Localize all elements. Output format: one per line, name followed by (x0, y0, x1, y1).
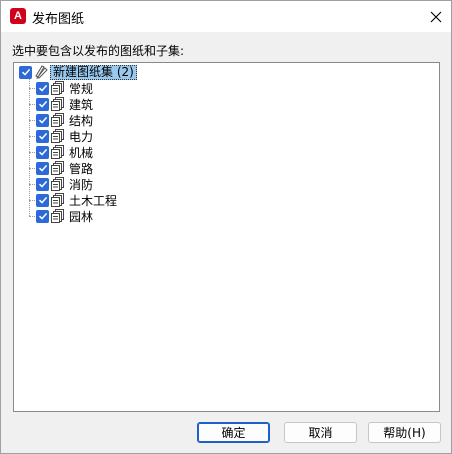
sheet-subset-icon (51, 129, 65, 143)
tree-item[interactable]: 机械 (36, 144, 93, 160)
checkmark-icon (38, 180, 47, 188)
sheet-subset-icon (51, 193, 65, 207)
item-checkbox[interactable] (36, 113, 49, 127)
instruction-label: 选中要包含以发布的图纸和子集: (12, 44, 185, 58)
item-label: 土木工程 (69, 193, 118, 208)
item-label: 管路 (69, 161, 94, 176)
item-label: 结构 (69, 113, 94, 128)
sheet-subset-icon (51, 161, 65, 175)
root-label: 新建图纸集 (2) (50, 64, 137, 80)
checkmark-icon (21, 68, 30, 76)
tree-connector (29, 79, 30, 216)
close-icon (430, 11, 441, 22)
checkmark-icon (38, 132, 47, 140)
help-button[interactable]: 帮助(H) (368, 422, 441, 443)
item-checkbox[interactable] (36, 81, 49, 95)
sheet-subset-icon (51, 177, 65, 191)
tree-item[interactable]: 土木工程 (36, 192, 117, 208)
close-button[interactable] (420, 1, 451, 32)
item-label: 建筑 (69, 97, 94, 112)
publish-sheets-dialog: A 发布图纸 选中要包含以发布的图纸和子集: 新建图纸集 (2) 常规 建筑 结… (0, 0, 452, 454)
title-bar: A 发布图纸 (1, 1, 451, 32)
sheet-subset-icon (51, 81, 65, 95)
checkmark-icon (38, 196, 47, 204)
tree-item[interactable]: 消防 (36, 176, 93, 192)
checkmark-icon (38, 148, 47, 156)
item-checkbox[interactable] (36, 177, 49, 191)
item-label: 消防 (69, 177, 94, 192)
tree-root-sheet-set[interactable]: 新建图纸集 (2) (19, 64, 137, 80)
tree-item[interactable]: 结构 (36, 112, 93, 128)
tree-item[interactable]: 管路 (36, 160, 93, 176)
checkmark-icon (38, 164, 47, 172)
checkmark-icon (38, 100, 47, 108)
sheet-subset-icon (51, 145, 65, 159)
sheet-set-icon (34, 65, 48, 79)
item-label: 电力 (69, 129, 94, 144)
sheet-subset-icon (51, 209, 65, 223)
item-label: 机械 (69, 145, 94, 160)
tree-item[interactable]: 建筑 (36, 96, 93, 112)
item-checkbox[interactable] (36, 145, 49, 159)
window-title: 发布图纸 (32, 12, 85, 27)
sheet-subset-icon (51, 113, 65, 127)
tree-item[interactable]: 常规 (36, 80, 93, 96)
tree-item[interactable]: 电力 (36, 128, 93, 144)
item-checkbox[interactable] (36, 97, 49, 111)
tree-item[interactable]: 园林 (36, 208, 93, 224)
root-checkbox[interactable] (19, 65, 32, 79)
item-label: 园林 (69, 209, 94, 224)
checkmark-icon (38, 116, 47, 124)
item-checkbox[interactable] (36, 209, 49, 223)
autocad-app-icon: A (10, 8, 26, 24)
cancel-button[interactable]: 取消 (284, 422, 357, 443)
checkmark-icon (38, 84, 47, 92)
sheet-tree[interactable]: 新建图纸集 (2) 常规 建筑 结构 电力 机械 管路 消防 土木工程 园林 (13, 62, 440, 412)
ok-button[interactable]: 确定 (197, 422, 270, 443)
checkmark-icon (38, 212, 47, 220)
item-checkbox[interactable] (36, 129, 49, 143)
item-checkbox[interactable] (36, 193, 49, 207)
sheet-subset-icon (51, 97, 65, 111)
item-checkbox[interactable] (36, 161, 49, 175)
item-label: 常规 (69, 81, 94, 96)
